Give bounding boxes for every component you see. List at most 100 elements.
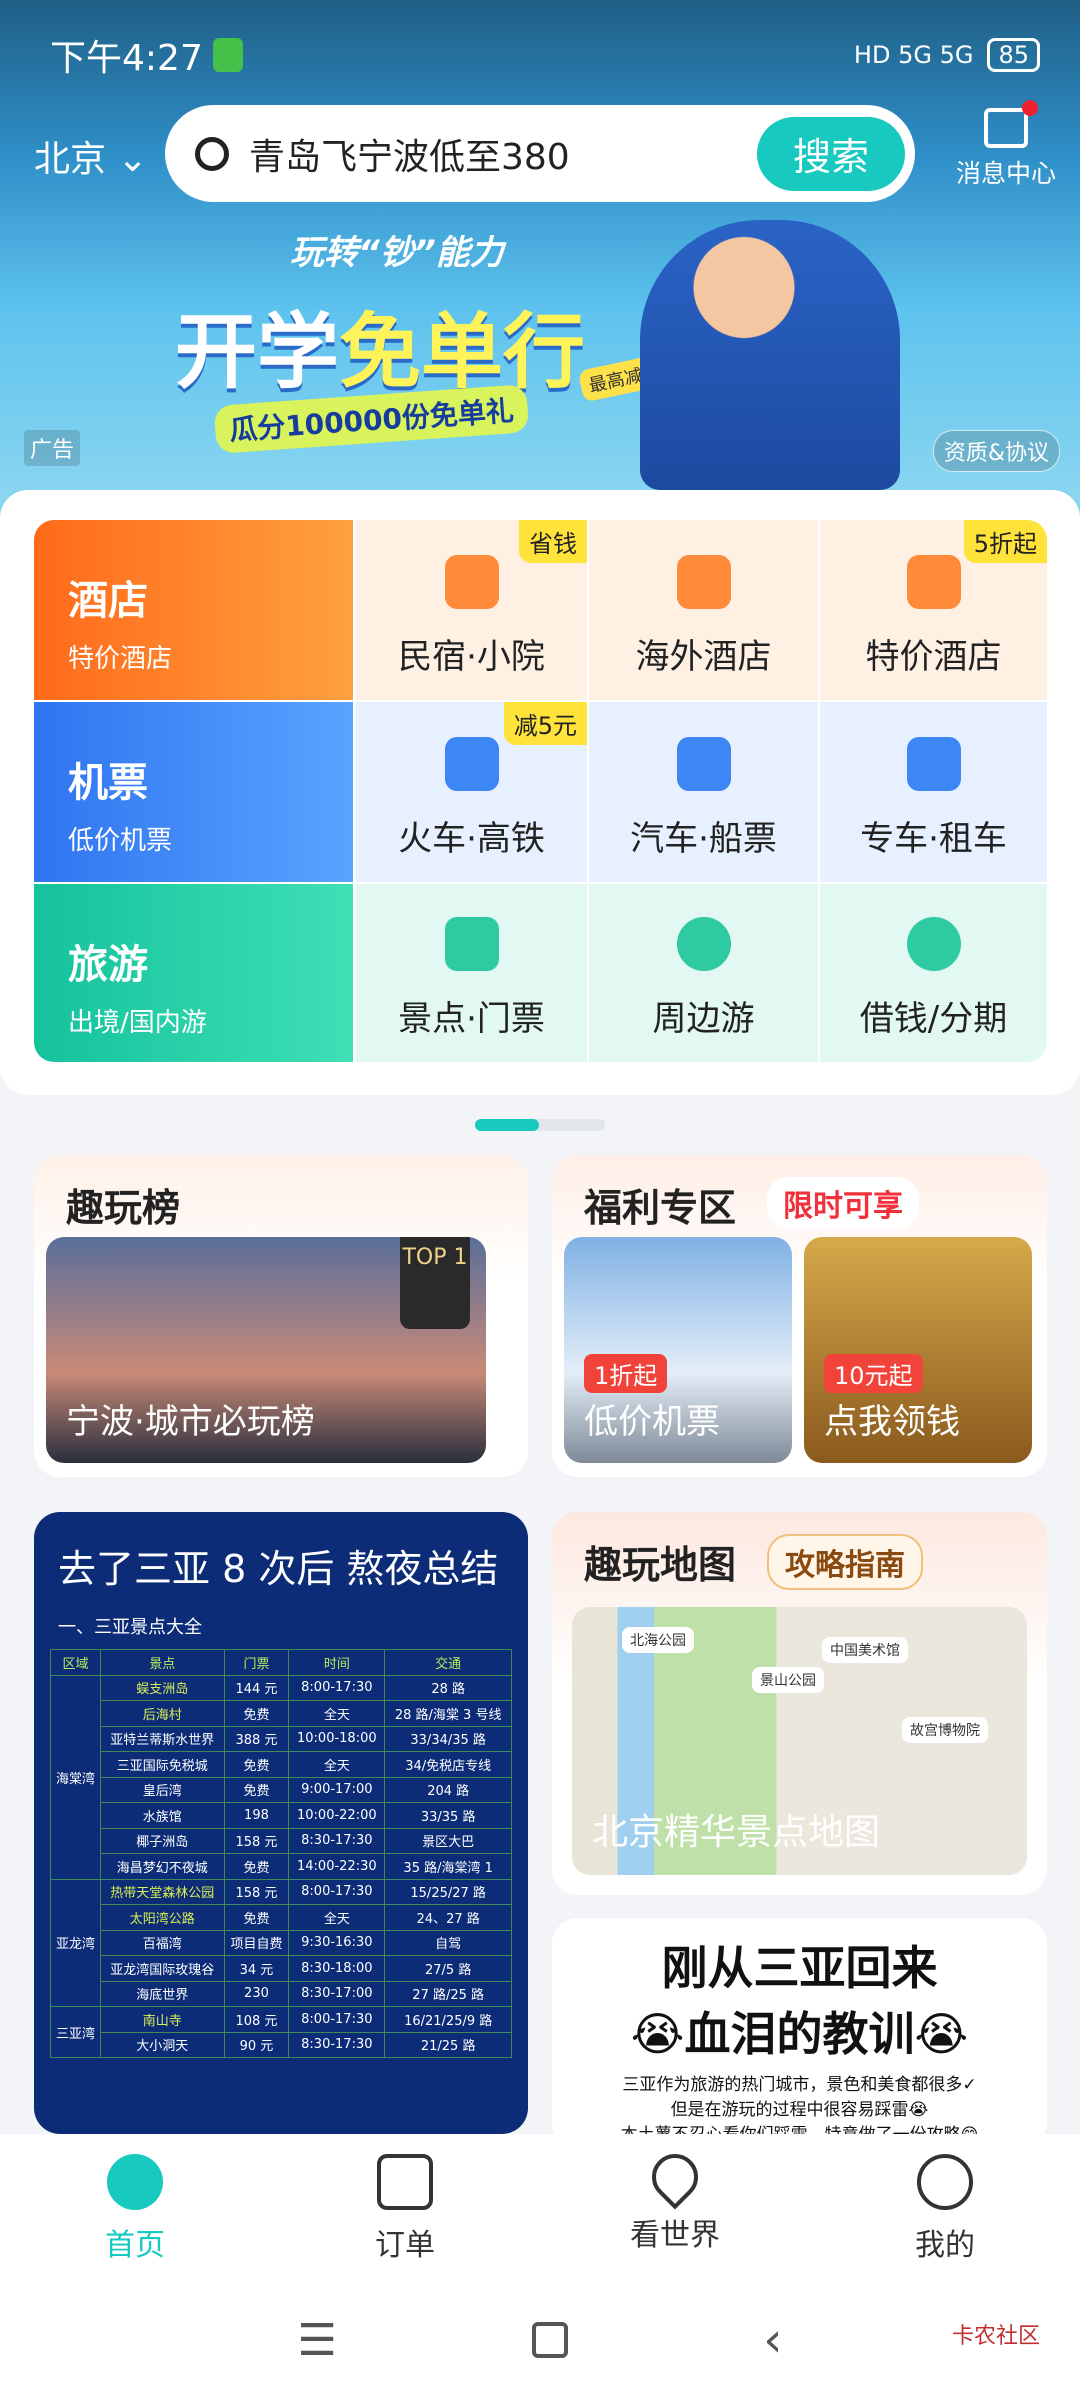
house-icon: [444, 555, 499, 609]
welfare-card[interactable]: 福利专区 限时可享 1折起 低价机票 10元起 点我领钱: [552, 1155, 1047, 1477]
tab-home[interactable]: 首页: [0, 2134, 270, 2280]
table-cell: 全天: [288, 1700, 386, 1727]
grid-item-car-rental[interactable]: 专车·租车: [820, 702, 1047, 882]
table-cell: 198: [223, 1802, 290, 1829]
table-row: 后海村 免费 全天 28 路/海棠 3 号线: [51, 1700, 512, 1727]
table-cell: 90 元: [223, 2031, 290, 2058]
table-cell: 亚龙湾: [50, 1878, 101, 2007]
map-poi[interactable]: 故宫博物院: [902, 1717, 988, 1743]
guide-title: 去了三亚 8 次后 熬夜总结: [58, 1547, 499, 1591]
table-cell: 百福湾: [99, 1929, 225, 1956]
table-cell: 16/21/25/9 路: [384, 2006, 512, 2033]
table-cell: 204 路: [384, 1776, 512, 1803]
table-cell: 158 元: [223, 1827, 290, 1854]
tab-explore[interactable]: 看世界: [540, 2134, 810, 2280]
money-bag-icon: [906, 917, 961, 971]
search-input[interactable]: 青岛飞宁波低至380: [249, 128, 757, 180]
flight-entry[interactable]: 机票 低价机票: [34, 702, 353, 882]
sanya-guide-card[interactable]: 去了三亚 8 次后 熬夜总结 一、三亚景点大全 区域 景点 门票 时间 交通 海棠湾 蜈支洲…: [34, 1512, 528, 2134]
map-poi[interactable]: 北海公园: [622, 1627, 694, 1653]
grid-item-bus-ship[interactable]: 汽车·船票: [589, 702, 818, 882]
top-rank-badge: TOP 1: [400, 1237, 470, 1329]
table-cell: 34 元: [223, 1955, 290, 1982]
table-cell: 9:30-16:30: [288, 1929, 386, 1956]
table-cell: 免费: [223, 1904, 290, 1931]
system-nav: ☰ ‹: [0, 2280, 1080, 2400]
table-cell: 亚特兰蒂斯水世界: [99, 1725, 225, 1752]
limited-badge: 限时可享: [767, 1177, 919, 1229]
menu-icon[interactable]: ☰: [298, 2315, 337, 2366]
welfare-item-money[interactable]: 10元起 点我领钱: [804, 1237, 1032, 1463]
location-pin-icon: [676, 917, 731, 971]
table-cell: 8:30-17:30: [288, 1827, 386, 1854]
table-cell: 108 元: [223, 2006, 290, 2033]
table-cell: 自驾: [384, 1929, 512, 1956]
tab-orders[interactable]: 订单: [270, 2134, 540, 2280]
grid-item-overseas-hotel[interactable]: 海外酒店: [589, 520, 818, 700]
battery-icon: 85: [987, 38, 1040, 72]
travel-entry[interactable]: 旅游 出境/国内游: [34, 884, 353, 1062]
table-row: 太阳湾公路 免费 全天 24、27 路: [51, 1904, 512, 1931]
back-icon[interactable]: ‹: [763, 2312, 782, 2368]
table-row: 水族馆 198 10:00-22:00 33/35 路: [51, 1802, 512, 1829]
search-bar[interactable]: 青岛飞宁波低至380 搜索: [165, 105, 915, 202]
search-button[interactable]: 搜索: [757, 116, 905, 191]
table-cell: 免费: [223, 1700, 290, 1727]
table-cell: 8:00-17:30: [288, 1878, 386, 1905]
grid-item-loan[interactable]: 借钱/分期: [820, 884, 1047, 1062]
map-poi[interactable]: 景山公园: [752, 1667, 824, 1693]
table-cell: 蜈支洲岛: [99, 1674, 225, 1701]
network-icon: HD 5G 5G: [853, 41, 974, 69]
table-cell: 144 元: [223, 1674, 290, 1701]
guide-section: 一、三亚景点大全: [58, 1617, 202, 1638]
table-cell: 27/5 路: [384, 1955, 512, 1982]
table-row: 海底世界 230 8:30-17:00 27 路/25 路: [51, 1980, 512, 2007]
tab-me[interactable]: 我的: [810, 2134, 1080, 2280]
message-center-button[interactable]: 消息中心: [956, 100, 1056, 190]
table-cell: 8:00-17:30: [288, 2006, 386, 2033]
banner-headline: 开学免单行: [175, 305, 586, 400]
table-cell: 全天: [288, 1904, 386, 1931]
city-photo[interactable]: TOP 1 宁波·城市必玩榜: [46, 1237, 486, 1463]
table-cell: 热带天堂森林公园: [99, 1878, 225, 1905]
train-icon: [444, 737, 499, 791]
banner-line1: 玩转“钞”能力: [290, 233, 504, 273]
home-square-icon[interactable]: [532, 2322, 569, 2358]
page-indicator: [475, 1119, 605, 1131]
table-cell: 免费: [223, 1776, 290, 1803]
car-icon: [906, 737, 961, 791]
qualification-link[interactable]: 资质&协议: [932, 430, 1060, 472]
grid-item-discount-hotel[interactable]: 5折起 特价酒店: [820, 520, 1047, 700]
watermark: 卡农社区: [951, 2324, 1040, 2349]
table-cell: 8:30-17:30: [288, 2031, 386, 2058]
grid-item-nearby[interactable]: 周边游: [589, 884, 818, 1062]
table-cell: 亚龙湾国际玫瑰谷: [99, 1955, 225, 1982]
grid-item-train[interactable]: 减5元 火车·高铁: [356, 702, 587, 882]
fun-map-card[interactable]: 趣玩地图 攻略指南 北海公园 景山公园 中国美术馆 故宫博物院 北京精华景点地图: [552, 1512, 1047, 1895]
table-cell: 椰子洲岛: [99, 1827, 225, 1854]
table-cell: 海昌梦幻不夜城: [99, 1853, 225, 1880]
table-cell: 景区大巴: [384, 1827, 512, 1854]
welfare-item-flight[interactable]: 1折起 低价机票: [564, 1237, 792, 1463]
table-cell: 免费: [223, 1853, 290, 1880]
table-cell: 388 元: [223, 1725, 290, 1752]
ad-label: 广告: [24, 430, 81, 466]
order-icon: [377, 2154, 433, 2210]
grid-item-homestay[interactable]: 省钱 民宿·小院: [356, 520, 587, 700]
grid-item-tickets[interactable]: 景点·门票: [356, 884, 587, 1062]
banner-character-illustration: [640, 220, 900, 490]
sanya-lesson-card[interactable]: 刚从三亚回来 😭血泪的教训😭 三亚作为旅游的热门城市，景色和美食都很多✓ 但是在…: [552, 1918, 1047, 2148]
table-cell: 海底世界: [99, 1980, 225, 2007]
table-row: 亚龙湾 热带天堂森林公园 158 元 8:00-17:30 15/25/27 路: [50, 1878, 512, 2007]
map-poi[interactable]: 中国美术馆: [822, 1637, 908, 1663]
fun-list-card[interactable]: 趣玩榜 TOP 1 宁波·城市必玩榜: [34, 1155, 528, 1477]
hotel-entry[interactable]: 酒店 特价酒店: [34, 520, 353, 700]
city-selector[interactable]: 北京 ⌄: [34, 130, 148, 182]
table-cell: 33/35 路: [384, 1802, 512, 1829]
table-cell: 项目自费: [223, 1929, 290, 1956]
table-cell: 三亚湾: [50, 2006, 101, 2058]
table-cell: 35 路/海棠湾 1: [384, 1853, 512, 1880]
hotel-icon: [906, 555, 961, 609]
table-cell: 14:00-22:30: [288, 1853, 386, 1880]
map-thumbnail[interactable]: 北海公园 景山公园 中国美术馆 故宫博物院 北京精华景点地图: [572, 1607, 1027, 1875]
